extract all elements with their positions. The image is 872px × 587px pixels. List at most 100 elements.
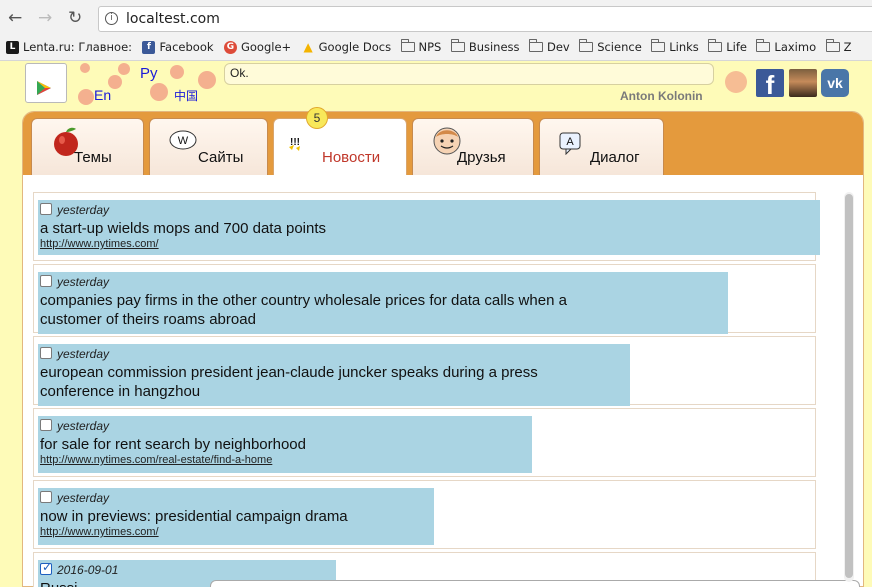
item-content: 2016-09-01 Russi xyxy=(40,560,119,587)
lang-ru-link[interactable]: Ру xyxy=(140,65,158,82)
url-text: localtest.com xyxy=(126,11,220,27)
bookmark-label: Lenta.ru: Главное: xyxy=(23,40,133,54)
bookmark-label: Business xyxy=(468,40,520,54)
info-icon[interactable]: i xyxy=(105,12,118,25)
item-date: 2016-09-01 xyxy=(57,563,119,577)
tab-dialog[interactable]: A Диалог xyxy=(539,118,664,175)
bookmark-folder-z[interactable]: Z xyxy=(825,36,852,58)
item-checkbox[interactable] xyxy=(40,347,52,359)
item-title-line: companies pay firms in the other country… xyxy=(40,292,567,309)
item-content: yesterday companies pay firms in the oth… xyxy=(40,273,567,329)
decor-blob xyxy=(118,63,130,75)
facebook-icon[interactable]: f xyxy=(756,69,784,100)
tab-friends[interactable]: Друзья xyxy=(412,118,534,175)
bookmark-label: NPS xyxy=(418,40,442,54)
bookmark-label: Google Docs xyxy=(318,40,392,54)
reload-icon[interactable]: ↻ xyxy=(68,9,82,27)
news-count-badge: 5 xyxy=(306,107,328,129)
back-arrow-icon[interactable]: ← xyxy=(8,9,22,27)
folder-icon xyxy=(400,39,415,52)
item-link[interactable]: http://www.nytimes.com/real-estate/find-… xyxy=(40,454,306,466)
item-checkbox[interactable] xyxy=(40,560,52,575)
folder-icon xyxy=(528,39,543,52)
url-bar[interactable]: i localtest.com xyxy=(98,6,872,32)
item-content: yesterday for sale for rent search by ne… xyxy=(40,417,306,466)
folder-icon xyxy=(651,39,666,52)
svg-text:A: A xyxy=(566,136,574,148)
exclamation-icon: !!! xyxy=(289,137,300,151)
decor-blob xyxy=(78,89,94,105)
bookmark-folder-dev[interactable]: Dev xyxy=(528,36,570,58)
news-item[interactable]: yesterday a start-up wields mops and 700… xyxy=(33,192,820,261)
a-bubble-icon: A xyxy=(559,132,581,155)
item-link[interactable]: http://www.nytimes.com/ xyxy=(40,238,326,250)
bookmark-facebook[interactable]: f Facebook xyxy=(140,36,214,58)
item-content: yesterday now in previews: presidential … xyxy=(40,489,348,538)
lang-cn-link[interactable]: 中国 xyxy=(174,87,198,104)
bookmark-label: Facebook xyxy=(159,40,214,54)
item-checkbox[interactable] xyxy=(40,419,52,431)
folder-icon xyxy=(450,39,465,52)
item-title-line: customer of theirs roams abroad xyxy=(40,311,256,328)
bookmark-folder-nps[interactable]: NPS xyxy=(400,36,442,58)
bookmark-folder-life[interactable]: Life xyxy=(707,36,747,58)
play-store-icon[interactable] xyxy=(25,63,67,103)
item-title: now in previews: presidential campaign d… xyxy=(40,508,348,525)
news-item[interactable]: yesterday european commission president … xyxy=(33,336,816,406)
bookmark-label: Science xyxy=(597,40,642,54)
bookmark-folder-science[interactable]: Science xyxy=(578,36,642,58)
tab-bar: Темы W Сайты !!! Новости Друзья A Диалог xyxy=(23,112,863,176)
bookmark-folder-laximo[interactable]: Laximo xyxy=(755,36,816,58)
item-date: yesterday xyxy=(57,203,110,217)
vk-icon[interactable]: vk xyxy=(821,69,849,97)
item-content: yesterday european commission president … xyxy=(40,345,538,401)
tab-news[interactable]: !!! Новости xyxy=(273,118,407,176)
item-checkbox[interactable] xyxy=(40,491,52,503)
news-item[interactable]: yesterday now in previews: presidential … xyxy=(33,480,816,549)
tab-topics[interactable]: Темы xyxy=(31,118,144,175)
bookmark-folder-links[interactable]: Links xyxy=(650,36,699,58)
bookmark-lenta[interactable]: L Lenta.ru: Главное: xyxy=(4,36,132,58)
bookmark-label: Z xyxy=(843,40,852,54)
bookmark-google-docs[interactable]: ▲ Google Docs xyxy=(300,36,392,58)
facebook-icon: f xyxy=(142,41,156,54)
popup-edge xyxy=(210,580,860,587)
lang-en-link[interactable]: En xyxy=(94,87,111,103)
decor-blob xyxy=(170,65,184,79)
bookmarks-bar: L Lenta.ru: Главное: f Facebook G Google… xyxy=(0,36,872,61)
item-title: a start-up wields mops and 700 data poin… xyxy=(40,220,327,237)
google-drive-icon: ▲ xyxy=(303,40,313,54)
lenta-icon: L xyxy=(6,41,19,54)
bookmark-folder-business[interactable]: Business xyxy=(450,36,520,58)
item-link[interactable]: http://www.nytimes.com/ xyxy=(40,526,348,538)
item-date: yesterday xyxy=(57,419,110,433)
status-input[interactable]: Ok. xyxy=(224,63,714,85)
scrollbar-thumb[interactable] xyxy=(845,194,853,578)
decor-blob xyxy=(80,63,90,73)
news-item[interactable]: yesterday companies pay firms in the oth… xyxy=(33,264,816,334)
bookmark-label: Laximo xyxy=(774,40,817,54)
forward-arrow-icon[interactable]: → xyxy=(38,9,52,27)
folder-icon xyxy=(756,39,771,52)
site-header: En Ру 中国 Ok. Anton Kolonin f vk xyxy=(0,61,872,111)
folder-icon xyxy=(825,39,840,52)
item-title-line: conference in hangzhou xyxy=(40,383,201,400)
tab-label: Новости xyxy=(322,149,381,166)
tab-label: Темы xyxy=(74,149,112,166)
tab-sites[interactable]: W Сайты xyxy=(149,118,268,175)
item-date: yesterday xyxy=(57,275,110,289)
item-checkbox[interactable] xyxy=(40,275,52,287)
decor-blob xyxy=(198,71,216,89)
user-name[interactable]: Anton Kolonin xyxy=(620,89,703,103)
bookmark-google-plus[interactable]: G Google+ xyxy=(222,36,291,58)
avatar[interactable] xyxy=(789,69,817,97)
scrollbar[interactable] xyxy=(844,192,854,582)
tab-label: Друзья xyxy=(457,149,506,166)
news-item[interactable]: yesterday for sale for rent search by ne… xyxy=(33,408,816,477)
sun-icon xyxy=(725,71,747,93)
item-content: yesterday a start-up wields mops and 700… xyxy=(40,201,326,250)
item-checkbox[interactable] xyxy=(40,203,52,215)
bookmark-label: Dev xyxy=(546,40,570,54)
tab-label: Сайты xyxy=(198,149,244,166)
google-plus-icon: G xyxy=(223,41,237,54)
